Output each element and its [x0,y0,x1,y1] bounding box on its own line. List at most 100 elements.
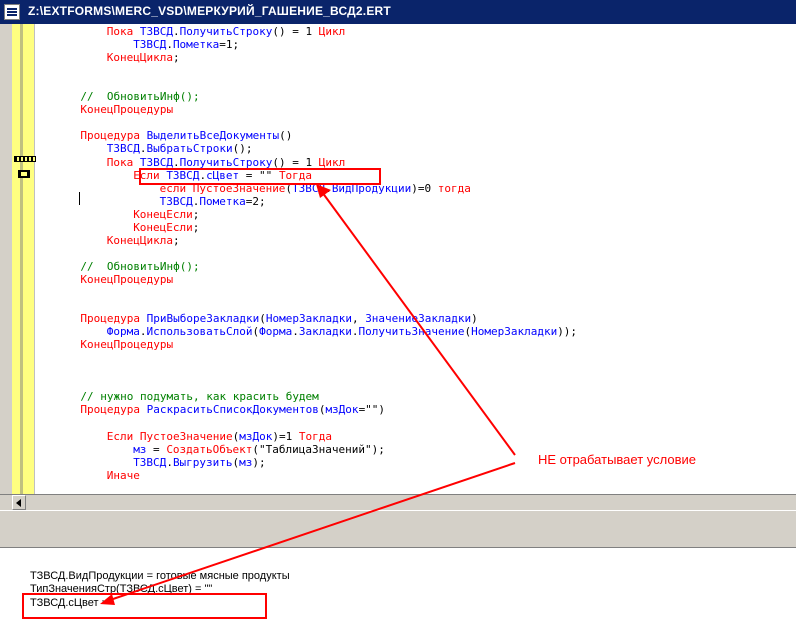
code-token: ПолучитьЗначение [358,325,465,339]
code-token: ЗначениеЗакладки [365,312,472,326]
editor-gutter[interactable] [12,24,35,494]
code-token: Выгрузить [172,455,233,469]
code-token: , [351,312,366,326]
code-token: )=1 [272,429,299,443]
code-token: ; [173,233,180,247]
code-line[interactable]: // ОбновитьИнф(); [80,90,199,103]
code-line[interactable]: Процедура ПриВыбореЗакладки(НомерЗакладк… [80,312,477,325]
current-line-marker-icon[interactable] [18,170,30,178]
code-token: ПриВыбореЗакладки [146,312,260,326]
code-token: ТЗВСД [133,455,167,469]
code-token: = [146,442,167,456]
code-token: ) [471,312,478,326]
gutter-bar [20,24,23,494]
code-token: КонецПроцедуры [80,272,174,286]
code-token: ("ТаблицаЗначений"); [252,442,385,456]
code-line[interactable]: // нужно подумать, как красить будем [80,390,318,403]
code-token: . [173,155,180,169]
code-token: ИспользоватьСлой [146,325,253,339]
code-token: ; [192,220,200,234]
code-token: . [173,25,180,38]
code-token: Если [106,429,140,443]
code-token: . [139,142,147,156]
code-line[interactable]: Если ПустоеЗначение(мзДок)=1 Тогда [107,430,332,443]
code-token: КонецЕсли [133,207,193,221]
code-line[interactable]: // ОбновитьИнф(); [80,260,199,273]
code-line[interactable]: Пока ТЗВСД.ПолучитьСтроку() = 1 Цикл [107,25,345,38]
code-token: КонецПроцедуры [80,103,174,117]
code-token: КонецЕсли [133,220,193,234]
document-icon[interactable] [4,4,20,20]
pane-splitter[interactable] [0,510,796,548]
code-token: () = 1 [272,25,319,38]
code-line[interactable]: КонецЦикла; [107,51,180,64]
text-caret [79,192,80,205]
code-token: ТЗВСД [139,155,174,169]
code-line[interactable]: мз = СоздатьОбъект("ТаблицаЗначений"); [133,443,385,456]
code-line[interactable]: ТЗВСД.Выгрузить(мз); [133,456,265,469]
scroll-left-icon[interactable] [12,495,26,510]
code-token: ТЗВСД [133,38,167,52]
code-token: =2; [245,194,266,208]
code-token: НомерЗакладки [471,325,558,339]
code-line[interactable]: Процедура ВыделитьВсеДокументы() [80,129,292,142]
code-token: КонецЦикла [106,51,174,65]
horizontal-scrollbar[interactable] [0,494,796,511]
code-line[interactable]: Иначе [107,469,140,482]
code-line[interactable]: КонецПроцедуры [80,273,173,286]
code-line[interactable]: КонецПроцедуры [80,338,173,351]
code-token: ); [252,455,266,469]
code-area[interactable]: Пока ТЗВСД.ПолучитьСтроку() = 1 Цикл ТЗВС… [36,24,796,494]
code-token: Цикл [318,155,346,169]
code-line[interactable]: КонецПроцедуры [80,103,173,116]
code-token: Процедура [80,312,147,326]
code-token: // ОбновитьИнф(); [80,259,200,273]
annotation-output-box [22,593,267,619]
code-line[interactable]: КонецЦикла; [107,234,180,247]
code-token: НомерЗакладки [265,312,352,326]
code-token: Закладки [298,325,352,339]
code-token: ПолучитьСтроку [179,155,273,169]
code-line[interactable]: КонецЕсли; [133,208,199,221]
code-token: ПустоеЗначение [139,429,233,443]
code-token: Форма [106,325,140,339]
code-token: Процедура [80,129,147,143]
code-token: мз [239,455,253,469]
code-token: Пока [106,155,140,169]
code-line[interactable]: Пока ТЗВСД.ПолучитьСтроку() = 1 Цикл [107,156,345,169]
code-token: ТЗВСД [139,25,174,38]
code-token: тогда [437,181,471,195]
code-token: () = 1 [272,155,319,169]
code-line[interactable]: ТЗВСД.Пометка=1; [133,38,239,51]
code-token: ТЗВСД [159,194,193,208]
code-token: мзДок [239,429,273,443]
code-token: ВыбратьСтроки [146,142,233,156]
code-editor[interactable]: Пока ТЗВСД.ПолучитьСтроку() = 1 Цикл ТЗВС… [0,24,796,494]
code-token: ( [259,312,266,326]
code-token: . [166,38,173,52]
code-token: СоздатьОбъект [166,442,253,456]
code-token: =1; [219,38,240,52]
code-token: () [279,129,293,143]
breakpoint-marker-icon[interactable] [14,156,36,162]
code-token: ВыделитьВсеДокументы [146,129,280,143]
code-token: КонецПроцедуры [80,338,174,352]
code-token: . [166,455,173,469]
code-line[interactable]: ТЗВСД.ВыбратьСтроки(); [107,142,253,155]
code-token: . [351,325,359,339]
title-bar: Z:\EXTFORMS\MERC_VSD\МЕРКУРИЙ_ГАШЕНИЕ_ВС… [0,0,796,24]
code-token: Тогда [298,429,333,443]
code-line[interactable]: Форма.ИспользоватьСлой(Форма.Закладки.По… [107,325,577,338]
code-token: (); [232,142,253,156]
code-token: Цикл [318,25,346,38]
code-token: )=0 [411,181,438,195]
code-token: ="") [358,403,386,417]
code-line[interactable]: ТЗВСД.Пометка=2; [160,195,266,208]
code-line[interactable]: КонецЕсли; [133,221,199,234]
code-token: // ОбновитьИнф(); [80,90,200,104]
code-token: ПолучитьСтроку [179,25,273,38]
code-token: . [292,325,299,339]
code-line[interactable]: Процедура РаскраситьСписокДокументов(мзД… [80,403,385,416]
code-token: Пометка [172,38,220,52]
code-token: ; [173,51,180,65]
